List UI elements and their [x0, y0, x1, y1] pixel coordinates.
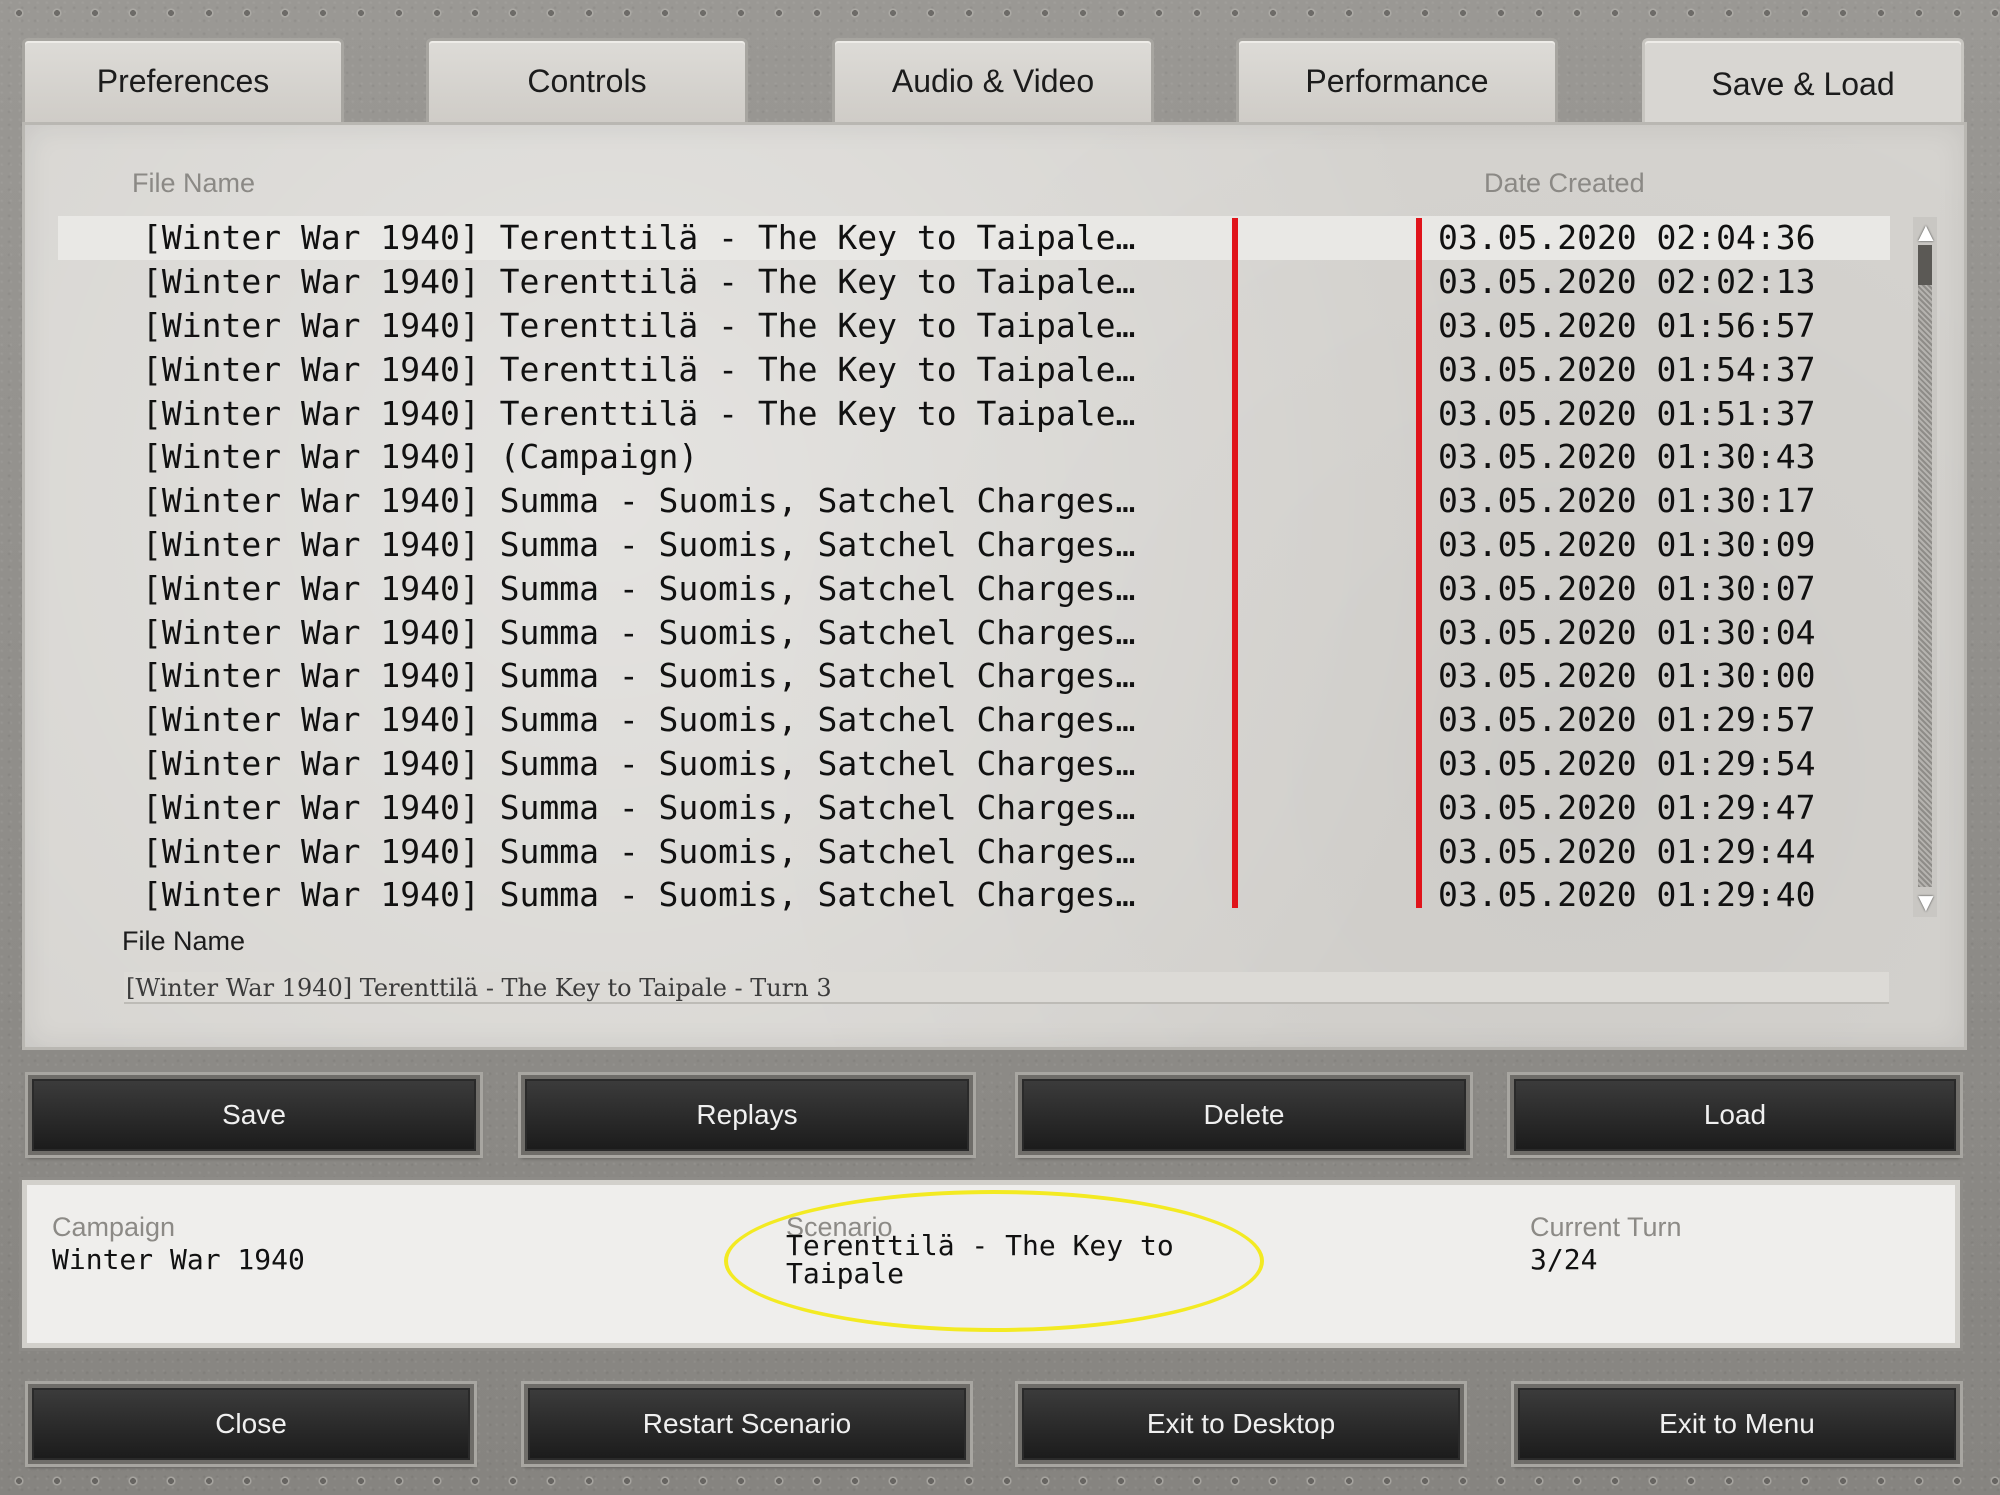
tab-label: Audio & Video — [891, 63, 1095, 99]
exit-to-desktop-button[interactable]: Exit to Desktop — [1015, 1381, 1467, 1467]
tab-controls[interactable]: Controls — [426, 38, 748, 122]
date-cell: 03.05.2020 01:29:44 — [1438, 831, 1816, 871]
load-button[interactable]: Load — [1507, 1072, 1963, 1158]
file-name-cell: [Winter War 1940] (Campaign) — [142, 437, 699, 477]
table-row[interactable]: [Winter War 1940] Summa - Suomis, Satche… — [58, 873, 1890, 917]
file-name-cell: [Winter War 1940] Terenttilä - The Key t… — [142, 262, 1138, 302]
file-name-cell: [Winter War 1940] Summa - Suomis, Satche… — [142, 700, 1138, 740]
date-cell: 03.05.2020 01:29:54 — [1438, 743, 1816, 783]
annotation-yellow-ellipse — [724, 1190, 1264, 1332]
file-name-cell: [Winter War 1940] Summa - Suomis, Satche… — [142, 612, 1138, 652]
date-cell: 03.05.2020 01:30:43 — [1438, 437, 1816, 477]
date-cell: 03.05.2020 01:30:17 — [1438, 481, 1816, 521]
table-row[interactable]: [Winter War 1940] Summa - Suomis, Satche… — [58, 523, 1890, 567]
file-name-cell: [Winter War 1940] Summa - Suomis, Satche… — [142, 568, 1138, 608]
file-name-cell: [Winter War 1940] Terenttilä - The Key t… — [142, 218, 1138, 258]
bottom-rivet-strip — [0, 1470, 2000, 1492]
annotation-red-line-right — [1416, 218, 1422, 908]
scroll-thumb[interactable] — [1918, 245, 1932, 285]
tab-performance[interactable]: Performance — [1236, 38, 1558, 122]
campaign-value: Winter War 1940 — [52, 1243, 305, 1276]
file-name-input[interactable]: [Winter War 1940] Terenttilä - The Key t… — [124, 972, 1889, 1004]
date-cell: 03.05.2020 01:30:04 — [1438, 612, 1816, 652]
table-row[interactable]: [Winter War 1940] Terenttilä - The Key t… — [58, 391, 1890, 435]
window-frame: Preferences Controls Audio & Video Perfo… — [0, 0, 2000, 1495]
annotation-red-line-left — [1232, 218, 1238, 908]
close-button[interactable]: Close — [25, 1381, 477, 1467]
file-name-cell: [Winter War 1940] Summa - Suomis, Satche… — [142, 875, 1138, 915]
tab-preferences[interactable]: Preferences — [22, 38, 344, 122]
date-cell: 03.05.2020 01:29:40 — [1438, 875, 1816, 915]
tab-audio-video[interactable]: Audio & Video — [832, 38, 1154, 122]
date-cell: 03.05.2020 01:54:37 — [1438, 349, 1816, 389]
table-row[interactable]: [Winter War 1940] Summa - Suomis, Satche… — [58, 829, 1890, 873]
current-turn-value: 3/24 — [1530, 1243, 1598, 1276]
date-cell: 03.05.2020 01:29:57 — [1438, 700, 1816, 740]
tab-label: Performance — [1305, 63, 1489, 99]
restart-scenario-button[interactable]: Restart Scenario — [521, 1381, 973, 1467]
date-cell: 03.05.2020 01:30:00 — [1438, 656, 1816, 696]
file-name-cell: [Winter War 1940] Summa - Suomis, Satche… — [142, 481, 1138, 521]
file-name-cell: [Winter War 1940] Terenttilä - The Key t… — [142, 393, 1138, 433]
scroll-up-icon[interactable]: ▲ — [1913, 219, 1939, 245]
tab-save-load[interactable]: Save & Load — [1642, 38, 1964, 128]
file-name-cell: [Winter War 1940] Summa - Suomis, Satche… — [142, 524, 1138, 564]
table-row[interactable]: [Winter War 1940] Terenttilä - The Key t… — [58, 347, 1890, 391]
file-name-label: File Name — [122, 926, 246, 956]
file-name-cell: [Winter War 1940] Summa - Suomis, Satche… — [142, 656, 1138, 696]
file-name-cell: [Winter War 1940] Terenttilä - The Key t… — [142, 349, 1138, 389]
delete-button[interactable]: Delete — [1015, 1072, 1473, 1158]
column-header-file-name[interactable]: File Name — [132, 168, 255, 199]
table-row[interactable]: [Winter War 1940] Summa - Suomis, Satche… — [58, 785, 1890, 829]
table-row[interactable]: [Winter War 1940] Terenttilä - The Key t… — [58, 304, 1890, 348]
save-file-list[interactable]: [Winter War 1940] Terenttilä - The Key t… — [58, 216, 1890, 916]
table-row[interactable]: [Winter War 1940] Summa - Suomis, Satche… — [58, 479, 1890, 523]
scroll-down-icon[interactable]: ▼ — [1913, 889, 1939, 915]
campaign-label: Campaign — [52, 1212, 176, 1242]
table-row[interactable]: [Winter War 1940] Summa - Suomis, Satche… — [58, 566, 1890, 610]
date-cell: 03.05.2020 01:30:09 — [1438, 524, 1816, 564]
tab-bar: Preferences Controls Audio & Video Perfo… — [22, 38, 1967, 128]
list-scrollbar[interactable]: ▲ ▼ — [1913, 217, 1939, 917]
save-button[interactable]: Save — [25, 1072, 483, 1158]
date-cell: 03.05.2020 02:04:36 — [1438, 218, 1816, 258]
table-row[interactable]: [Winter War 1940] Summa - Suomis, Satche… — [58, 654, 1890, 698]
date-cell: 03.05.2020 02:02:13 — [1438, 262, 1816, 302]
date-cell: 03.05.2020 01:29:47 — [1438, 787, 1816, 827]
table-row[interactable]: [Winter War 1940] Summa - Suomis, Satche… — [58, 610, 1890, 654]
tab-label: Save & Load — [1711, 66, 1895, 102]
file-name-cell: [Winter War 1940] Summa - Suomis, Satche… — [142, 831, 1138, 871]
exit-to-menu-button[interactable]: Exit to Menu — [1511, 1381, 1963, 1467]
tab-label: Preferences — [96, 63, 270, 99]
file-name-cell: [Winter War 1940] Terenttilä - The Key t… — [142, 305, 1138, 345]
scroll-track[interactable] — [1918, 247, 1932, 887]
file-name-cell: [Winter War 1940] Summa - Suomis, Satche… — [142, 787, 1138, 827]
table-row[interactable]: [Winter War 1940] Terenttilä - The Key t… — [58, 260, 1890, 304]
replays-button[interactable]: Replays — [518, 1072, 976, 1158]
table-row[interactable]: [Winter War 1940] Terenttilä - The Key t… — [58, 216, 1890, 260]
tab-label: Controls — [527, 63, 647, 99]
current-turn-label: Current Turn — [1530, 1212, 1682, 1242]
date-cell: 03.05.2020 01:30:07 — [1438, 568, 1816, 608]
table-row[interactable]: [Winter War 1940] (Campaign) 03.05.2020 0… — [58, 435, 1890, 479]
date-cell: 03.05.2020 01:51:37 — [1438, 393, 1816, 433]
column-header-date-created[interactable]: Date Created — [1484, 168, 1645, 199]
table-row[interactable]: [Winter War 1940] Summa - Suomis, Satche… — [58, 742, 1890, 786]
file-name-cell: [Winter War 1940] Summa - Suomis, Satche… — [142, 743, 1138, 783]
table-row[interactable]: [Winter War 1940] Summa - Suomis, Satche… — [58, 698, 1890, 742]
date-cell: 03.05.2020 01:56:57 — [1438, 305, 1816, 345]
top-rivet-strip — [0, 2, 2000, 24]
